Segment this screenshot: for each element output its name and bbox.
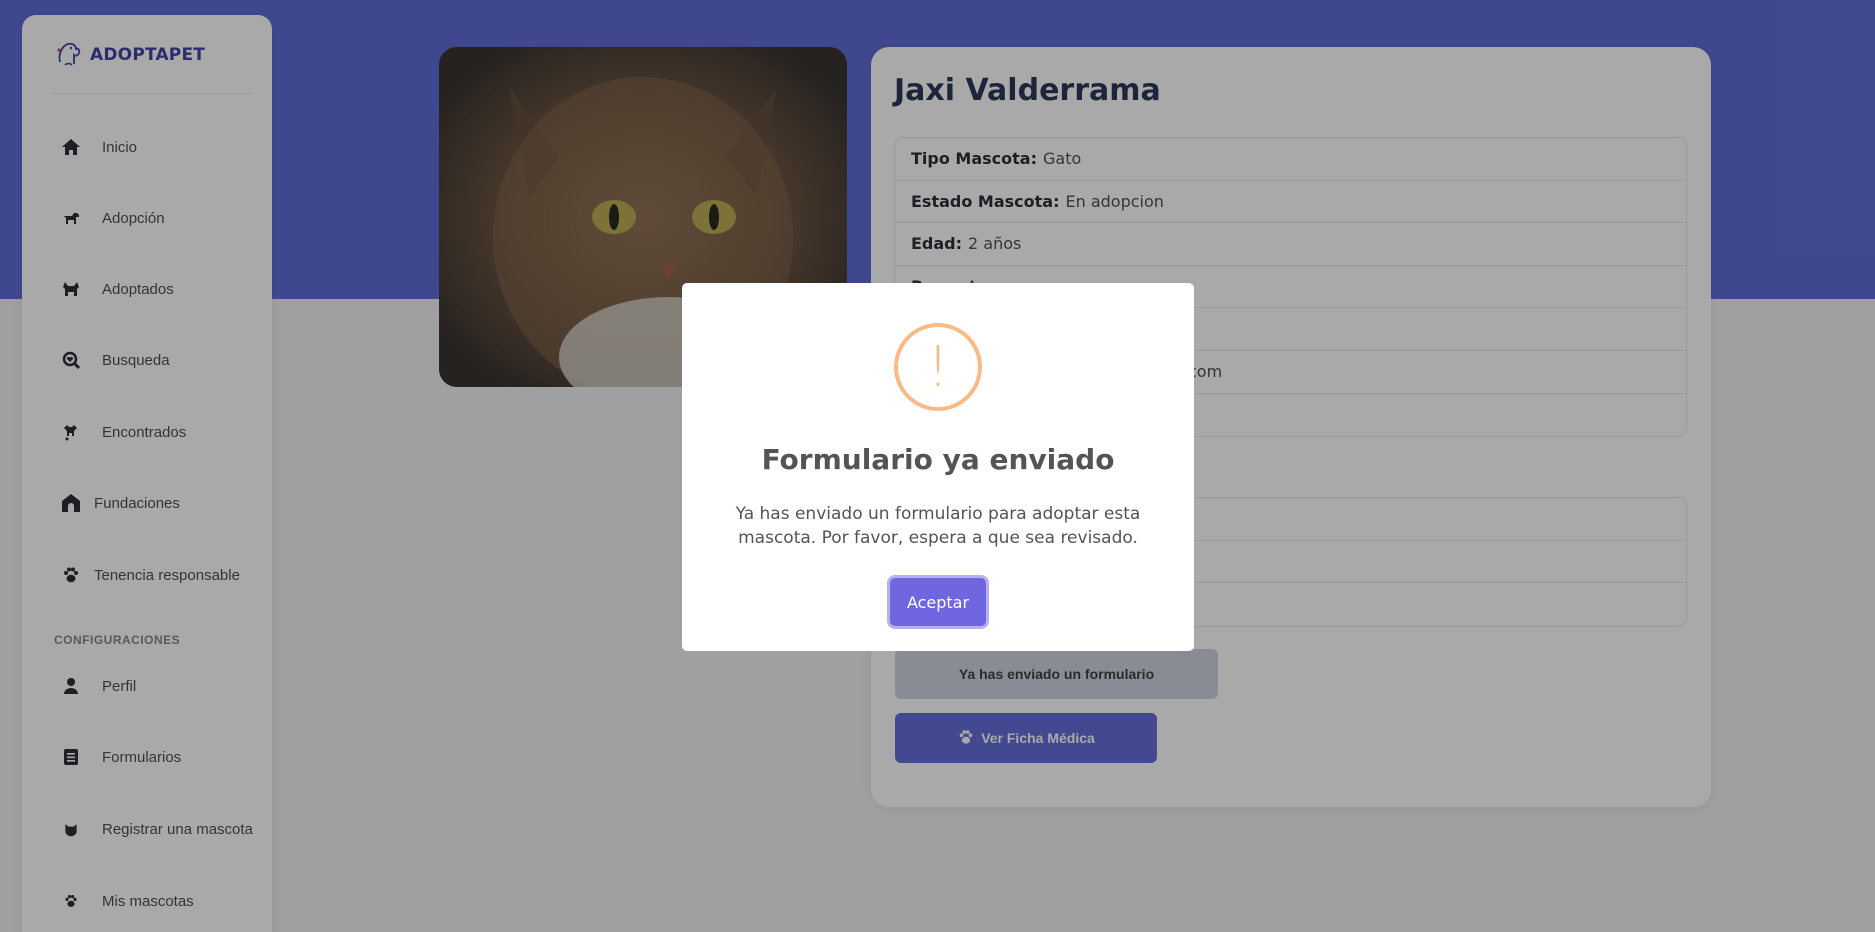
alert-dialog: ! Formulario ya enviado Ya has enviado u… [682,283,1194,651]
accept-button[interactable]: Aceptar [890,578,986,626]
dialog-message: Ya has enviado un formulario para adopta… [735,504,1141,548]
warning-icon: ! [894,323,982,411]
dialog-title: Formulario ya enviado [761,443,1115,476]
